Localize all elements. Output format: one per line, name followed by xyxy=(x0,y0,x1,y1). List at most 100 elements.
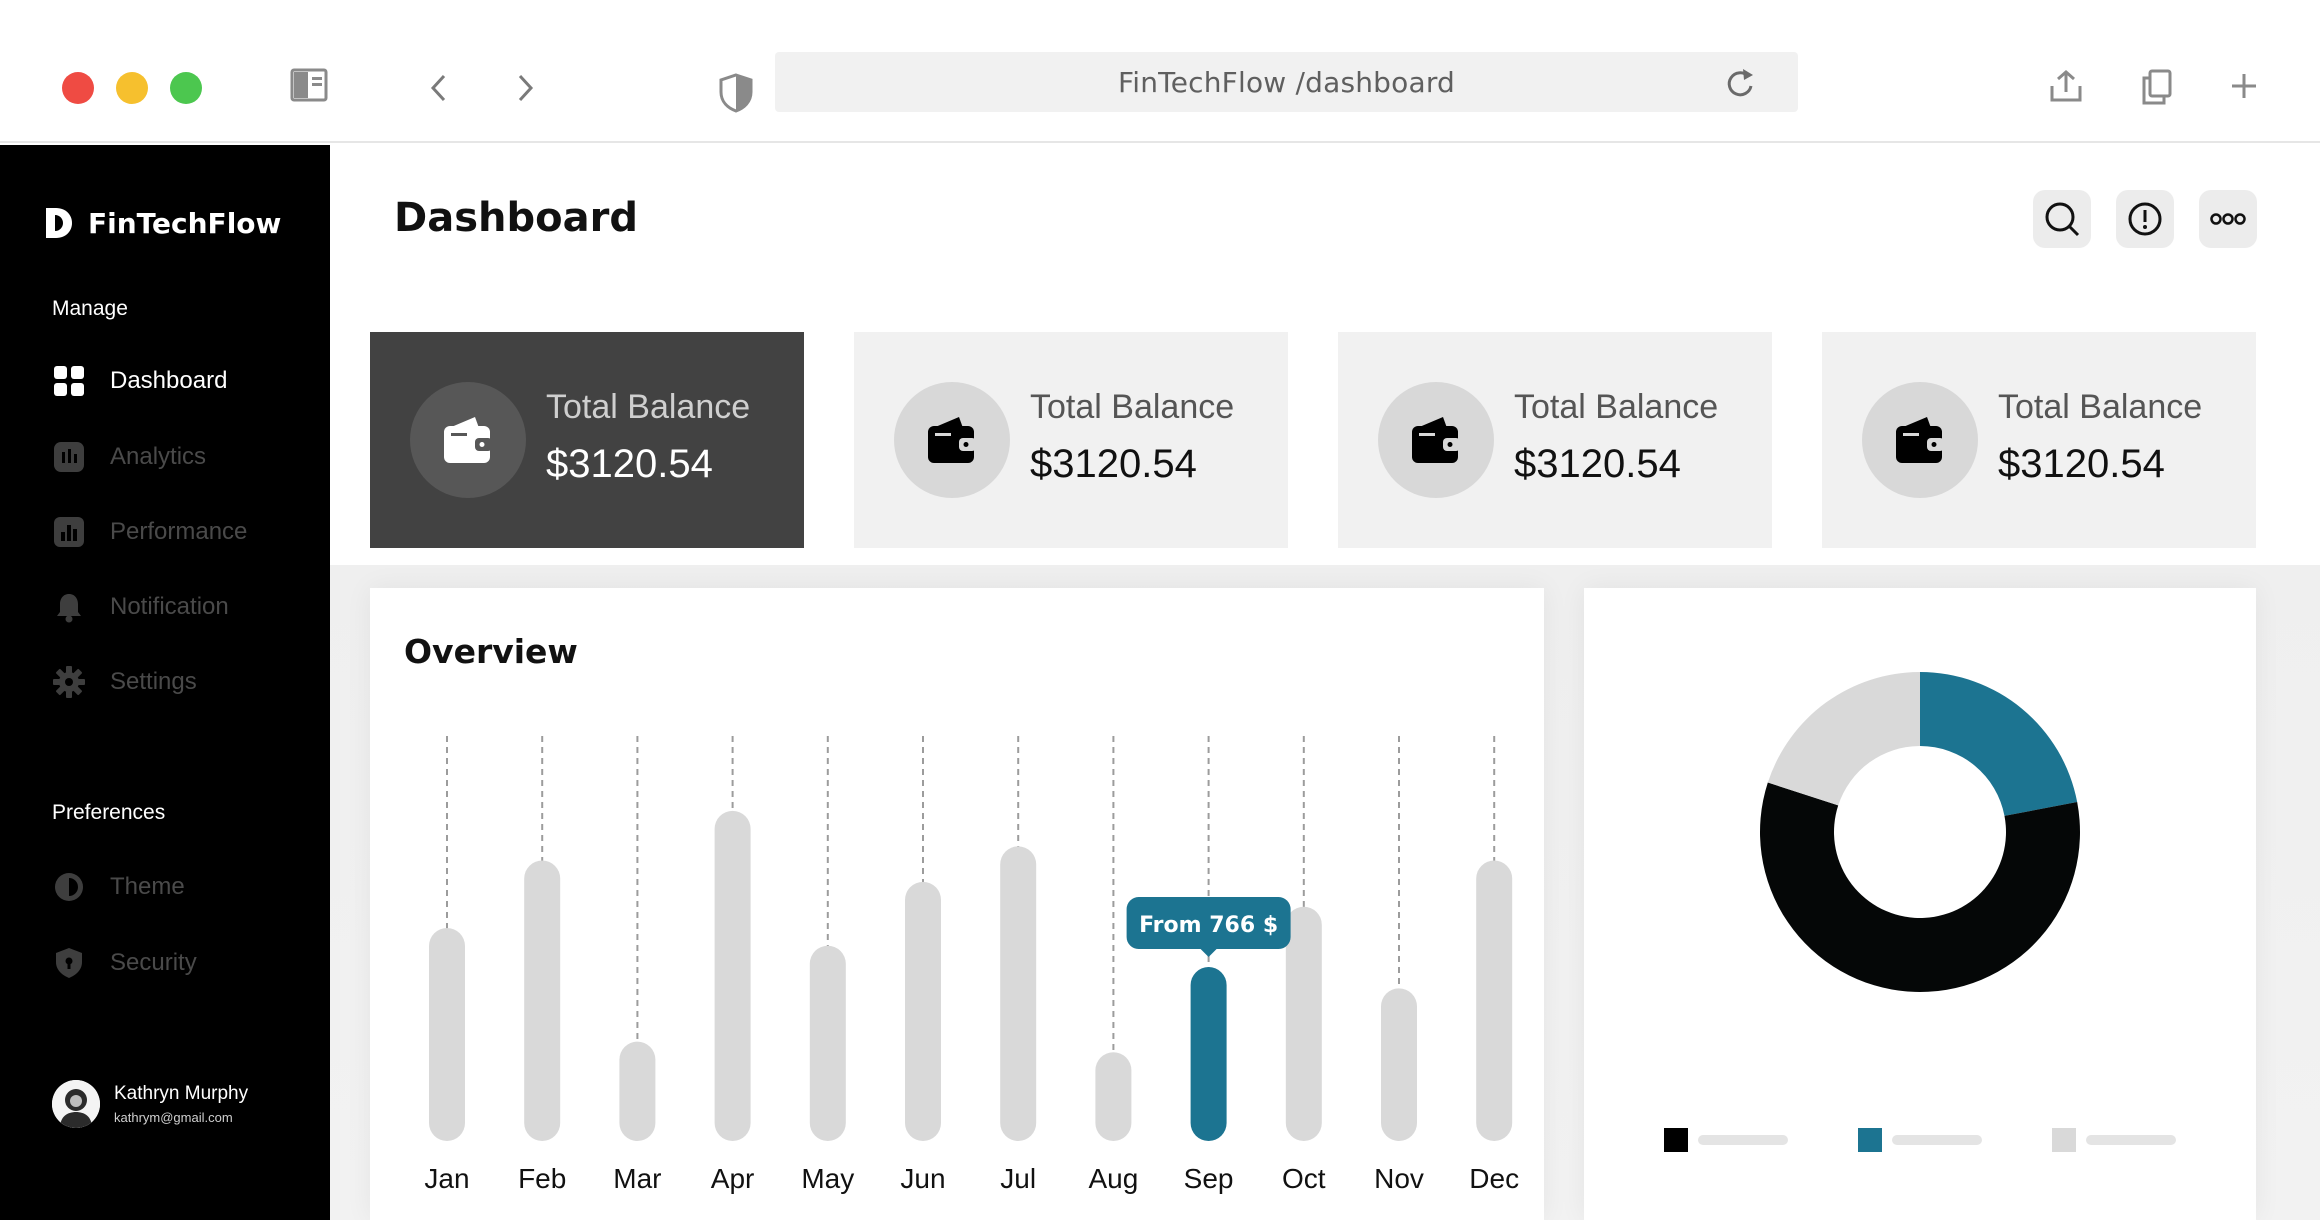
card-value: $3120.54 xyxy=(1514,442,1681,486)
card-value: $3120.54 xyxy=(1030,442,1197,486)
shield-icon xyxy=(52,946,86,980)
donut-panel xyxy=(1584,588,2256,1220)
x-tick-label: Oct xyxy=(1282,1163,1326,1194)
share-icon[interactable] xyxy=(2048,68,2084,104)
wallet-icon xyxy=(444,417,492,463)
close-window-button[interactable] xyxy=(62,72,94,104)
browser-toolbar: FinTechFlow /dashboard xyxy=(0,0,2320,143)
legend-placeholder-2 xyxy=(2086,1135,2176,1145)
donut-slice-0[interactable] xyxy=(1920,672,2078,816)
bar-jun[interactable] xyxy=(905,881,941,1141)
bar-sep[interactable] xyxy=(1190,967,1227,1141)
x-tick-label: Jan xyxy=(424,1163,469,1194)
wallet-icon xyxy=(1412,417,1460,463)
balance-card[interactable]: Total Balance $3120.54 xyxy=(370,332,804,548)
bar-jul[interactable] xyxy=(1000,846,1037,1141)
search-button[interactable] xyxy=(2033,190,2091,248)
bar-apr[interactable] xyxy=(714,810,751,1141)
copy-icon[interactable] xyxy=(2140,68,2174,106)
wallet-icon xyxy=(928,417,976,463)
bar-jan[interactable] xyxy=(429,928,465,1141)
chevron-left-icon[interactable] xyxy=(428,72,450,104)
sidebar-item-security[interactable]: Security xyxy=(52,943,197,983)
sidebar-item-label: Settings xyxy=(110,668,197,695)
balance-card[interactable]: Total Balance $3120.54 xyxy=(1338,332,1772,548)
tooltip-text: From 766 $ xyxy=(1139,913,1278,938)
balance-card[interactable]: Total Balance $3120.54 xyxy=(854,332,1288,548)
donut-slice-2[interactable] xyxy=(1767,672,1920,806)
bar-tooltip: From 766 $ xyxy=(1126,897,1291,958)
more-button[interactable] xyxy=(2199,190,2257,248)
more-icon xyxy=(2210,213,2246,225)
overview-panel: Jan Feb Mar Apr May Jun Jul Aug Sep Oct Nov Dec From… xyxy=(370,588,1544,1220)
x-tick-label: Mar xyxy=(613,1163,661,1194)
main-content: Dashboard Total Balance $3120.54 Total B… xyxy=(330,145,2320,1220)
brand[interactable]: FinTechFlow xyxy=(42,205,281,241)
bar-chart-icon xyxy=(52,515,86,549)
bar-mar[interactable] xyxy=(619,1041,656,1141)
x-tick-label: Apr xyxy=(711,1163,755,1194)
alert-icon xyxy=(2128,202,2162,236)
page-title: Dashboard xyxy=(394,195,638,241)
bar-feb[interactable] xyxy=(524,860,561,1141)
sidebar: FinTechFlow Manage Dashboard Analytics P… xyxy=(0,145,330,1220)
user-profile[interactable]: Kathryn Murphy kathrym@gmail.com xyxy=(52,1080,248,1128)
card-label: Total Balance xyxy=(1998,388,2203,426)
card-icon-circle xyxy=(410,382,526,498)
bar-may[interactable] xyxy=(809,945,846,1141)
bar-dec[interactable] xyxy=(1476,860,1513,1141)
bar-oct[interactable] xyxy=(1285,906,1322,1141)
sidebar-item-performance[interactable]: Performance xyxy=(52,512,247,552)
sidebar-item-label: Theme xyxy=(110,873,185,900)
manage-label: Manage xyxy=(52,297,128,320)
donut-chart xyxy=(1664,672,2176,1152)
bar-aug[interactable] xyxy=(1095,1052,1132,1141)
card-label: Total Balance xyxy=(1030,388,1235,426)
search-icon xyxy=(2045,202,2080,237)
sidebar-item-label: Notification xyxy=(110,593,229,620)
sidebar-item-notification[interactable]: Notification xyxy=(52,587,229,627)
x-tick-label: Sep xyxy=(1184,1163,1234,1194)
minimize-window-button[interactable] xyxy=(116,72,148,104)
user-email: kathrym@gmail.com xyxy=(114,1110,233,1125)
bar-nov[interactable] xyxy=(1381,988,1417,1141)
card-value: $3120.54 xyxy=(546,442,713,486)
maximize-window-button[interactable] xyxy=(170,72,202,104)
sidebar-item-settings[interactable]: Settings xyxy=(52,662,197,702)
sidebar-toggle-icon[interactable] xyxy=(290,68,328,102)
plus-icon[interactable] xyxy=(2230,72,2258,100)
legend-swatch-2 xyxy=(2052,1128,2076,1152)
sidebar-item-analytics[interactable]: Analytics xyxy=(52,437,206,477)
sidebar-item-theme[interactable]: Theme xyxy=(52,867,185,907)
legend-placeholder-0 xyxy=(1698,1135,1788,1145)
reload-icon[interactable] xyxy=(1724,66,1756,104)
avatar xyxy=(52,1080,100,1128)
legend-swatch-1 xyxy=(1858,1128,1882,1152)
legend-placeholder-1 xyxy=(1892,1135,1982,1145)
address-bar[interactable]: FinTechFlow /dashboard xyxy=(775,52,1798,112)
chevron-right-icon[interactable] xyxy=(514,72,536,104)
bell-icon xyxy=(52,590,86,624)
x-tick-label: May xyxy=(801,1163,854,1194)
theme-icon xyxy=(52,870,86,904)
brand-name: FinTechFlow xyxy=(88,206,282,240)
logo-icon xyxy=(46,208,72,238)
user-name: Kathryn Murphy xyxy=(114,1083,249,1104)
balance-card[interactable]: Total Balance $3120.54 xyxy=(1822,332,2256,548)
alert-button[interactable] xyxy=(2116,190,2174,248)
x-tick-label: Feb xyxy=(518,1163,566,1194)
legend-swatch-0 xyxy=(1664,1128,1688,1152)
overview-title: Overview xyxy=(404,632,578,671)
card-label: Total Balance xyxy=(1514,388,1719,426)
card-icon-circle xyxy=(1862,382,1978,498)
sidebar-item-dashboard[interactable]: Dashboard xyxy=(52,361,227,401)
sidebar-item-label: Analytics xyxy=(110,443,207,470)
sidebar-item-label: Performance xyxy=(110,518,248,545)
x-tick-label: Aug xyxy=(1088,1163,1138,1194)
sidebar-item-label: Dashboard xyxy=(110,367,228,394)
card-icon-circle xyxy=(894,382,1010,498)
card-icon-circle xyxy=(1378,382,1494,498)
x-tick-label: Nov xyxy=(1374,1163,1424,1194)
donut-slice-1[interactable] xyxy=(1760,782,2080,992)
url-text: FinTechFlow /dashboard xyxy=(1117,65,1456,99)
